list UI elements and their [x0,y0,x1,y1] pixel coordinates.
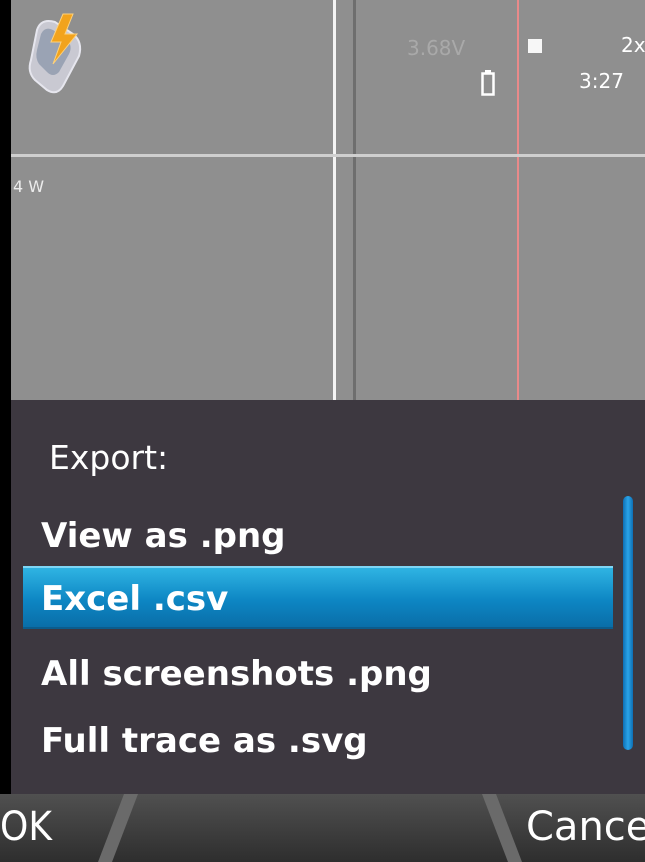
menu-item-full-trace-svg[interactable]: Full trace as .svg [11,710,611,772]
clock-time: 3:27 [579,69,624,93]
power-level-line [11,154,645,157]
marker-line [517,0,519,400]
dialog-title: Export: [49,438,169,477]
power-graph: 3.68V 2x 3:27 4 W [11,0,645,400]
ok-button[interactable]: OK [0,804,52,850]
menu-item-view-png[interactable]: View as .png [11,505,611,567]
battery-icon [481,70,495,96]
phone-charging-icon [28,13,82,94]
menu-item-excel-csv[interactable]: Excel .csv [23,566,613,629]
marker-handle[interactable] [528,39,542,53]
playback-speed: 2x [621,33,645,57]
grid-line [353,0,356,400]
softkey-bar: OK Cance [0,794,645,862]
menu-item-all-screenshots[interactable]: All screenshots .png [11,643,611,705]
softkey-divider [98,794,138,862]
cancel-button[interactable]: Cance [526,804,645,850]
cursor-line [333,0,336,400]
softkey-divider [482,794,522,862]
battery-voltage: 3.68V [407,36,466,60]
export-dialog: Export: View as .png Excel .csv All scre… [11,400,645,794]
scrollbar[interactable] [623,496,633,750]
power-axis-label: 4 W [13,177,45,196]
